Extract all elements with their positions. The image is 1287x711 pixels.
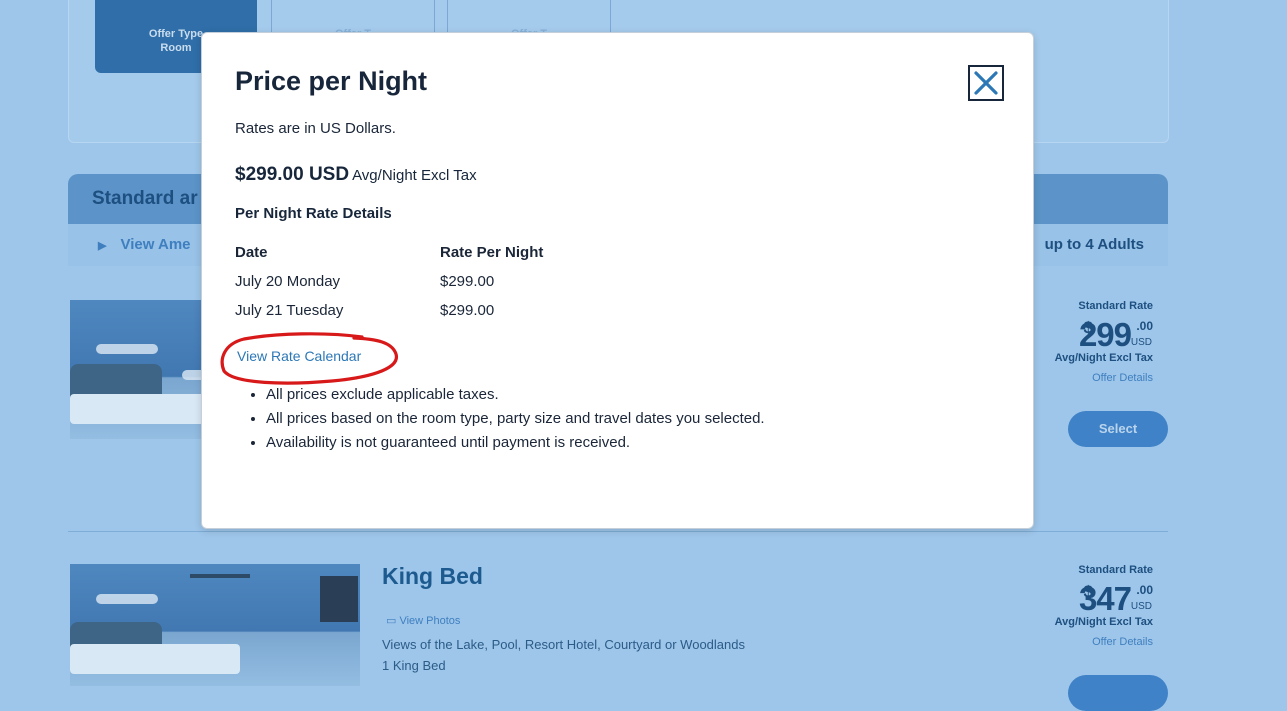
select-button[interactable]: Select <box>1068 411 1168 447</box>
wall-lamp <box>96 344 158 354</box>
view-amenities-link[interactable]: ▶ View Ame <box>98 236 191 253</box>
room-name[interactable]: King Bed <box>382 563 483 590</box>
header-rate: Rate Per Night <box>440 244 544 261</box>
row-rate: $299.00 <box>440 302 495 319</box>
average-amount: $299.00 USD <box>235 164 350 185</box>
pricing-notes: All prices exclude applicable taxes. All… <box>236 383 765 455</box>
room-category-title: Standard ar <box>92 188 198 209</box>
rate-details-title: Per Night Rate Details <box>235 205 392 222</box>
modal-title: Price per Night <box>235 66 428 96</box>
row-rate: $299.00 <box>440 273 495 290</box>
price-whole: 347 <box>1078 580 1132 617</box>
price-display: $ 299 .00 USD <box>1033 316 1153 353</box>
room-beds: 1 King Bed <box>382 658 446 673</box>
view-photos-link[interactable]: ▭ View Photos <box>386 614 460 627</box>
price-cents: .00 <box>1136 319 1153 333</box>
bed <box>70 394 210 424</box>
note-item: All prices based on the room type, party… <box>266 407 765 431</box>
view-photos-label: View Photos <box>399 615 461 627</box>
average-rate: $299.00 USD Avg/Night Excl Tax <box>235 164 477 186</box>
header-date: Date <box>235 244 268 261</box>
offer-details-link[interactable]: Offer Details <box>1033 372 1153 384</box>
photos-icon: ▭ <box>386 615 397 627</box>
close-icon <box>974 71 998 95</box>
rate-label: Standard Rate <box>1078 564 1153 576</box>
currency-code: USD <box>1130 337 1152 348</box>
bed <box>70 644 240 674</box>
headboard <box>70 364 162 398</box>
price-cents: .00 <box>1136 583 1153 597</box>
occupancy-label: up to 4 Adults <box>1044 236 1144 253</box>
ceiling-fan <box>190 574 250 578</box>
room-photo[interactable] <box>70 564 360 686</box>
price-display: $ 347 .00 USD <box>1033 580 1153 617</box>
room-rate: Standard Rate $ 347 .00 USD Avg/Night Ex… <box>1033 564 1153 648</box>
average-suffix: Avg/Night Excl Tax <box>352 167 477 184</box>
close-button[interactable] <box>968 65 1004 101</box>
price-whole: 299 <box>1078 316 1132 353</box>
wall-lamp <box>96 594 158 604</box>
room-rate: Standard Rate $ 299 .00 USD Avg/Night Ex… <box>1033 300 1153 384</box>
television <box>320 576 358 622</box>
price-per-night-modal: Price per Night Rates are in US Dollars.… <box>201 32 1034 529</box>
currency-code: USD <box>1130 601 1152 612</box>
row-date: July 20 Monday <box>235 273 341 290</box>
row-date: July 21 Tuesday <box>235 302 344 319</box>
select-button[interactable] <box>1068 675 1168 711</box>
note-item: Availability is not guaranteed until pay… <box>266 431 765 455</box>
note-item: All prices exclude applicable taxes. <box>266 383 765 407</box>
view-amenities-label: View Ame <box>120 236 191 253</box>
offer-details-link[interactable]: Offer Details <box>1033 636 1153 648</box>
rate-label: Standard Rate <box>1078 300 1153 312</box>
room-views: Views of the Lake, Pool, Resort Hotel, C… <box>382 637 745 652</box>
room-divider <box>68 531 1168 532</box>
currency-note: Rates are in US Dollars. <box>235 120 396 137</box>
caret-right-icon: ▶ <box>98 240 107 252</box>
view-rate-calendar-link[interactable]: View Rate Calendar <box>237 348 361 364</box>
